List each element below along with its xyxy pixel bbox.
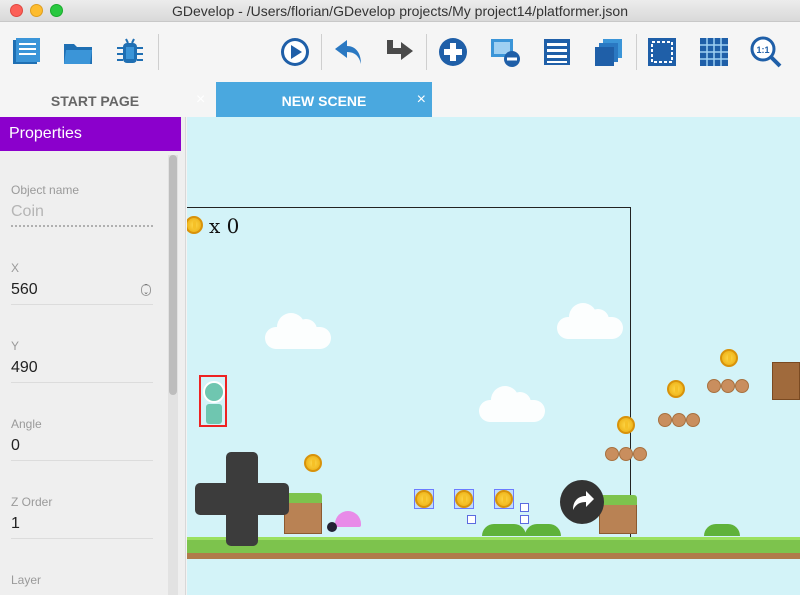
object-name-field: Object name Coin <box>11 183 153 227</box>
x-field: X 560 ⌃ ⌄ <box>11 261 153 305</box>
grass-top <box>284 493 322 503</box>
platform-brick[interactable] <box>672 413 686 427</box>
bush-sprite[interactable] <box>482 524 526 536</box>
score-text: x 0 <box>209 214 240 238</box>
properties-scrollbar[interactable] <box>168 155 178 595</box>
ground-dirt <box>187 553 800 559</box>
resize-handle[interactable] <box>520 503 529 512</box>
platform-brick[interactable] <box>686 413 700 427</box>
field-label: X <box>11 261 20 275</box>
platform-brick[interactable] <box>619 447 633 461</box>
ground-block[interactable] <box>284 500 322 534</box>
player-head <box>203 381 225 403</box>
toolbar-separator <box>426 34 427 70</box>
undo-icon[interactable] <box>333 36 365 68</box>
crate-sprite[interactable] <box>772 362 800 400</box>
cloud-sprite[interactable] <box>557 303 623 339</box>
coin-sprite[interactable] <box>455 490 473 508</box>
app-window: GDevelop - /Users/florian/GDevelop proje… <box>0 0 800 595</box>
tab-label: START PAGE <box>50 93 140 109</box>
coin-sprite[interactable] <box>304 454 322 472</box>
layer-field: Layer <box>11 573 153 589</box>
y-input[interactable]: 490 <box>11 355 153 383</box>
platform-brick[interactable] <box>721 379 735 393</box>
coin-sprite[interactable] <box>495 490 513 508</box>
coin-sprite[interactable] <box>415 490 433 508</box>
play-icon[interactable] <box>279 36 311 68</box>
z-order-field: Z Order 1 <box>11 495 153 539</box>
x-stepper-icon[interactable]: ⌃ ⌄ <box>141 284 151 296</box>
field-label: Layer <box>11 573 42 587</box>
zoom-icon[interactable]: 1:1 <box>750 36 782 68</box>
x-value: 560 <box>11 281 38 298</box>
x-input[interactable]: 560 ⌃ ⌄ <box>11 277 153 305</box>
dpad-control-sprite[interactable] <box>195 452 289 546</box>
player-sprite[interactable] <box>199 375 227 427</box>
properties-header: Properties <box>0 117 181 151</box>
bug-icon[interactable] <box>114 36 146 68</box>
z-order-input[interactable]: 1 <box>11 511 153 539</box>
platform-brick[interactable] <box>633 447 647 461</box>
toolbar-separator <box>321 34 322 70</box>
toolbar: 1:1 <box>0 22 800 82</box>
redo-icon[interactable] <box>383 36 415 68</box>
platform-brick[interactable] <box>658 413 672 427</box>
cloud-sprite[interactable] <box>479 386 545 422</box>
field-label: Angle <box>11 417 42 431</box>
tab-bar: START PAGE × NEW SCENE × <box>0 82 800 117</box>
scene-editor-canvas[interactable]: x 0 <box>187 117 800 595</box>
jump-arrow-icon <box>573 491 594 510</box>
dpad-horizontal <box>195 483 289 515</box>
tab-start-page[interactable]: START PAGE × <box>0 82 205 117</box>
tab-label: NEW SCENE <box>281 93 367 109</box>
y-field: Y 490 <box>11 339 153 383</box>
platform-brick[interactable] <box>605 447 619 461</box>
resize-handle[interactable] <box>520 515 529 524</box>
mask-icon[interactable] <box>646 36 678 68</box>
platform-brick[interactable] <box>735 379 749 393</box>
coin-sprite[interactable] <box>667 380 685 398</box>
zoom-level-label: 1:1 <box>756 45 769 55</box>
list-icon[interactable] <box>541 36 573 68</box>
toolbar-separator <box>158 34 159 70</box>
jump-button-sprite[interactable] <box>560 480 604 524</box>
folder-icon[interactable] <box>62 36 94 68</box>
title-bar: GDevelop - /Users/florian/GDevelop proje… <box>0 0 800 22</box>
resize-handle[interactable] <box>467 515 476 524</box>
properties-panel: Properties Object name Coin X 560 ⌃ ⌄ Y 4… <box>0 117 186 595</box>
project-manager-icon[interactable] <box>10 36 42 68</box>
object-name-input[interactable]: Coin <box>11 199 153 227</box>
bush-sprite[interactable] <box>704 524 740 536</box>
enemy-sprite[interactable] <box>327 522 337 532</box>
tab-new-scene[interactable]: NEW SCENE × <box>216 82 432 117</box>
remove-icon[interactable] <box>489 36 521 68</box>
field-label: Z Order <box>11 495 53 509</box>
window-title: GDevelop - /Users/florian/GDevelop proje… <box>172 3 628 19</box>
angle-field: Angle 0 <box>11 417 153 461</box>
layers-icon[interactable] <box>593 36 625 68</box>
scrollbar-thumb[interactable] <box>169 155 177 395</box>
ground-block[interactable] <box>599 502 637 534</box>
bush-sprite[interactable] <box>525 524 561 536</box>
coin-sprite[interactable] <box>617 416 635 434</box>
toolbar-separator <box>636 34 637 70</box>
coin-sprite[interactable] <box>720 349 738 367</box>
close-tab-icon[interactable]: × <box>196 92 205 108</box>
angle-input[interactable]: 0 <box>11 433 153 461</box>
field-label: Y <box>11 339 20 353</box>
field-label: Object name <box>11 183 80 197</box>
plus-icon[interactable] <box>437 36 469 68</box>
grid-icon[interactable] <box>698 36 730 68</box>
player-body <box>206 404 222 424</box>
grass-top <box>599 495 637 505</box>
platform-brick[interactable] <box>707 379 721 393</box>
close-tab-icon[interactable]: × <box>417 92 426 108</box>
cloud-sprite[interactable] <box>265 313 331 349</box>
